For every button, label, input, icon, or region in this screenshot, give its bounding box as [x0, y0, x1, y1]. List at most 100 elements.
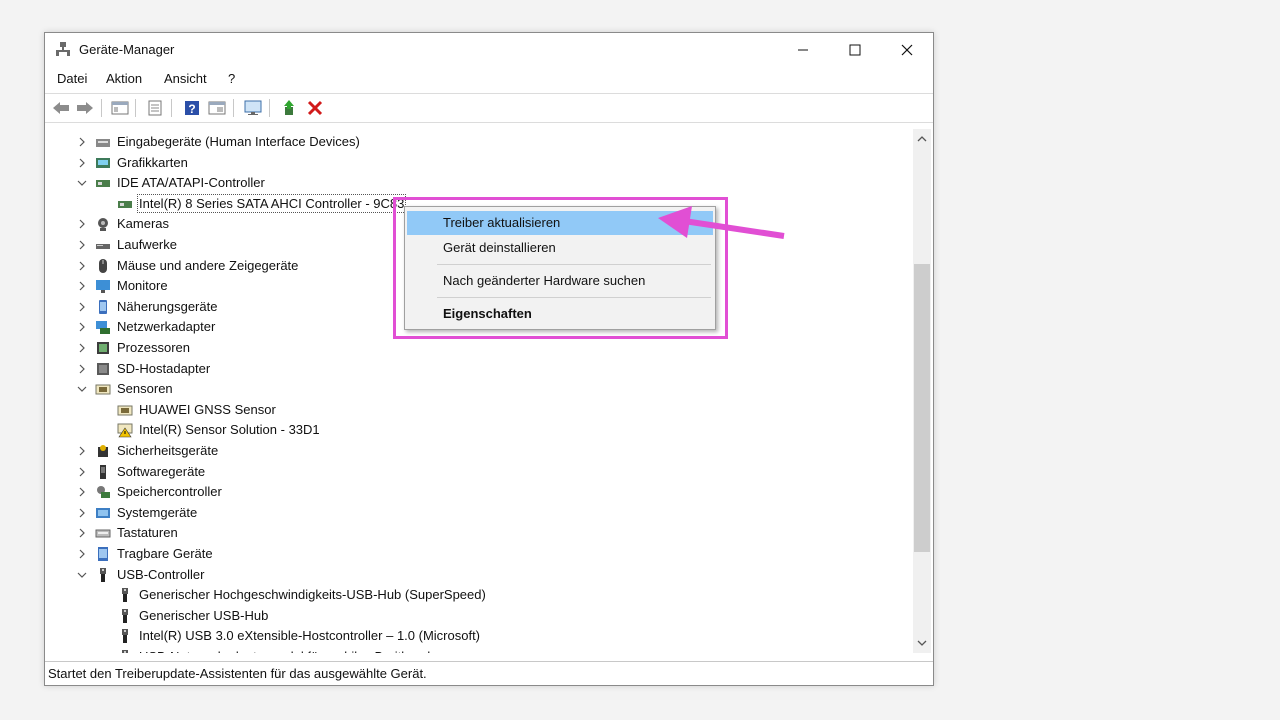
uninstall-button[interactable]: [305, 98, 325, 118]
scroll-up-button[interactable]: [913, 131, 931, 147]
tree-item-label: Systemgeräte: [117, 504, 198, 520]
tree-category-row[interactable]: Speichercontroller: [45, 482, 905, 502]
toolbar-separator: [269, 99, 270, 117]
scan-hardware-button[interactable]: [243, 98, 263, 118]
menu-ansicht[interactable]: Ansicht: [164, 71, 207, 86]
view-devices-button[interactable]: [110, 98, 130, 118]
expand-chevron-right-icon[interactable]: [75, 258, 89, 274]
tree-category-row[interactable]: Eingabegeräte (Human Interface Devices): [45, 132, 905, 152]
tree-item-label: Netzwerkadapter: [117, 319, 216, 335]
keyboard-icon: [95, 529, 111, 538]
tree-child-row[interactable]: Intel(R) USB 3.0 eXtensible-Hostcontroll…: [45, 626, 905, 646]
usb-icon: [122, 650, 128, 653]
vertical-scrollbar[interactable]: [913, 129, 931, 653]
expand-chevron-right-icon[interactable]: [75, 299, 89, 315]
camera-icon: [98, 218, 108, 232]
tree-child-row[interactable]: Intel(R) Sensor Solution - 33D1: [45, 420, 905, 440]
maximize-button[interactable]: [829, 33, 881, 67]
device-manager-window: Geräte-Manager Datei Aktion Ansicht ? ? …: [44, 32, 934, 686]
sensor-device-icon: [117, 405, 133, 416]
tree-item-label: Tastaturen: [117, 525, 178, 541]
tree-child-row[interactable]: Generischer Hochgeschwindigkeits-USB-Hub…: [45, 585, 905, 605]
tree-item-label: Prozessoren: [117, 340, 190, 355]
expand-chevron-right-icon[interactable]: [75, 546, 89, 562]
menu-aktion[interactable]: Aktion: [106, 71, 142, 86]
expand-chevron-down-icon[interactable]: [75, 567, 89, 583]
tree-category-row[interactable]: Tastaturen: [45, 523, 905, 543]
tree-child-row[interactable]: Generischer USB-Hub: [45, 606, 905, 626]
forward-button[interactable]: [75, 98, 95, 118]
tree-item-label: Kameras: [117, 216, 170, 232]
update-driver-button[interactable]: [279, 98, 299, 118]
tree-item-label: IDE ATA/ATAPI-Controller: [117, 175, 265, 191]
tree-item-label: SD-Hostadapter: [117, 360, 211, 376]
storage-controller-icon: [97, 486, 110, 499]
tree-category-row[interactable]: Tragbare Geräte: [45, 544, 905, 564]
portable-device-icon: [98, 547, 108, 561]
toolbar-separator: [101, 99, 102, 117]
expand-chevron-down-icon[interactable]: [75, 381, 89, 397]
expand-chevron-right-icon[interactable]: [75, 155, 89, 171]
maximize-icon: [849, 44, 861, 56]
chevron-down-icon: [917, 640, 927, 646]
tree-child-row[interactable]: HUAWEI GNSS Sensor: [45, 400, 905, 420]
processor-icon: [97, 342, 109, 354]
expand-chevron-right-icon[interactable]: [75, 237, 89, 253]
tree-item-label: Grafikkarten: [117, 154, 188, 170]
security-icon: [98, 445, 108, 457]
expand-chevron-right-icon[interactable]: [75, 216, 89, 232]
expand-chevron-right-icon[interactable]: [75, 340, 89, 356]
expand-chevron-right-icon[interactable]: [75, 525, 89, 541]
back-icon: [53, 102, 69, 114]
tree-category-row[interactable]: Systemgeräte: [45, 503, 905, 523]
tree-item-label: Generischer USB-Hub: [139, 607, 269, 623]
tree-category-row[interactable]: IDE ATA/ATAPI-Controller: [45, 173, 905, 193]
tree-item-label: Generischer Hochgeschwindigkeits-USB-Hub…: [139, 587, 486, 603]
tree-child-row[interactable]: USB-Netzwerkadaptermodul für mobiles Bre…: [45, 647, 905, 653]
help-button[interactable]: ?: [182, 98, 202, 118]
tree-category-row[interactable]: SD-Hostadapter: [45, 359, 905, 379]
minimize-button[interactable]: [777, 33, 829, 67]
chevron-up-icon: [917, 136, 927, 142]
expand-chevron-right-icon[interactable]: [75, 319, 89, 335]
expand-chevron-right-icon[interactable]: [75, 278, 89, 294]
scroll-thumb[interactable]: [914, 264, 930, 552]
menu-help[interactable]: ?: [228, 71, 235, 86]
status-text: Startet den Treiberupdate-Assistenten fü…: [48, 666, 427, 681]
usb-icon: [122, 608, 128, 623]
minimize-icon: [798, 49, 808, 51]
expand-chevron-down-icon[interactable]: [75, 175, 89, 191]
properties-button[interactable]: [145, 98, 165, 118]
usb-icon: [100, 567, 106, 582]
sd-host-icon: [97, 362, 109, 375]
tree-category-row[interactable]: USB-Controller: [45, 565, 905, 585]
tree-item-label: Speichercontroller: [117, 484, 222, 500]
close-button[interactable]: [881, 33, 933, 67]
back-button[interactable]: [51, 98, 71, 118]
expand-chevron-right-icon[interactable]: [75, 484, 89, 500]
scroll-down-button[interactable]: [913, 635, 931, 651]
display-adapter-icon: [96, 157, 110, 168]
tree-item-label: Laufwerke: [117, 237, 177, 252]
expand-chevron-right-icon[interactable]: [75, 443, 89, 459]
tree-item-label: Näherungsgeräte: [117, 298, 218, 314]
expand-chevron-right-icon[interactable]: [75, 464, 89, 480]
menu-datei[interactable]: Datei: [57, 71, 87, 86]
update-driver-icon: [284, 100, 294, 115]
svg-text:?: ?: [188, 102, 195, 116]
toolbar: ?: [45, 93, 933, 123]
tree-category-row[interactable]: Sicherheitsgeräte: [45, 441, 905, 461]
tree-item-label: Mäuse und andere Zeigegeräte: [117, 257, 299, 273]
tree-category-row[interactable]: Softwaregeräte: [45, 462, 905, 482]
expand-chevron-right-icon[interactable]: [75, 361, 89, 377]
tree-category-row[interactable]: Prozessoren: [45, 338, 905, 358]
tree-category-row[interactable]: Sensoren: [45, 379, 905, 399]
expand-chevron-right-icon[interactable]: [75, 134, 89, 150]
pointer-arrow-icon: [658, 206, 785, 239]
mouse-icon: [99, 258, 107, 273]
monitor-icon: [96, 280, 110, 294]
view-button[interactable]: [207, 98, 227, 118]
tree-category-row[interactable]: Grafikkarten: [45, 153, 905, 173]
expand-chevron-right-icon[interactable]: [75, 505, 89, 521]
title-bar[interactable]: Geräte-Manager: [45, 33, 933, 67]
